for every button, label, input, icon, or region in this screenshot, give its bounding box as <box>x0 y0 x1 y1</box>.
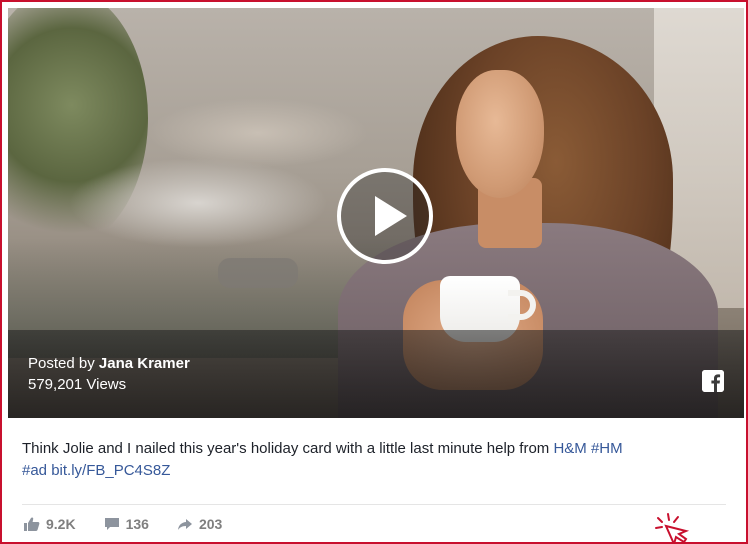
video-player[interactable]: Posted by Jana Kramer 579,201 Views <box>8 8 744 418</box>
play-button[interactable] <box>337 168 433 264</box>
like-count-value: 9.2K <box>46 516 76 532</box>
woman-face <box>456 70 544 198</box>
comment-icon <box>104 518 119 530</box>
share-arrow-icon <box>177 519 192 530</box>
comment-count[interactable]: 136 <box>104 516 149 532</box>
post-body: Think Jolie and I nailed this year's hol… <box>22 440 554 457</box>
comment-count-value: 136 <box>125 516 149 532</box>
like-count[interactable]: 9.2K <box>24 516 76 532</box>
video-caption-bar: Posted by Jana Kramer 579,201 Views <box>8 330 744 418</box>
background-bokeh <box>68 158 328 248</box>
click-indicator-icon <box>655 513 690 542</box>
post-card: Posted by Jana Kramer 579,201 Views Thin… <box>0 0 748 544</box>
url-link[interactable]: bit.ly/FB_PC4S8Z <box>51 462 170 479</box>
mention-link[interactable]: H&M <box>553 440 586 457</box>
play-icon <box>375 196 407 236</box>
facebook-icon[interactable] <box>702 370 724 392</box>
share-count-value: 203 <box>198 516 223 532</box>
background-car <box>218 258 298 288</box>
hashtag-link[interactable]: #HM <box>591 440 623 457</box>
hashtag-link[interactable]: #ad <box>22 462 47 479</box>
share-count[interactable]: 203 <box>177 516 222 532</box>
posted-by-prefix: Posted by <box>28 355 99 372</box>
view-count: 579,201 Views <box>28 376 127 393</box>
thumbs-up-icon <box>24 517 40 531</box>
author-name[interactable]: Jana Kramer <box>99 355 190 372</box>
posted-by: Posted by Jana Kramer <box>28 354 190 374</box>
reactions-bar: 9.2K 136 203 <box>24 516 222 532</box>
post-message: Think Jolie and I nailed this year's hol… <box>22 438 734 482</box>
divider <box>22 504 726 505</box>
